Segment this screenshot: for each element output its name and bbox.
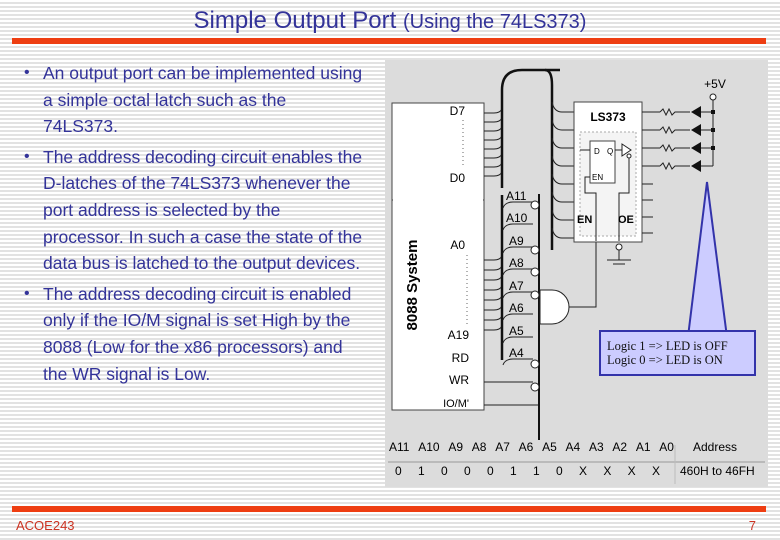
header-cell: A5 <box>542 440 557 454</box>
footer-divider <box>12 506 766 512</box>
header-cell: A4 <box>565 440 581 454</box>
latch-q: Q <box>607 147 613 156</box>
circuit-svg: 8088 System D7 D0 A0 A19 RD WR IO/M' A11… <box>385 60 768 487</box>
value-cell: 0 <box>556 464 563 478</box>
addr-a4: A4 <box>509 346 524 360</box>
addr-a8: A8 <box>509 256 524 270</box>
slide-title: Simple Output Port (Using the 74LS373) <box>0 6 780 37</box>
addr-a10: A10 <box>506 211 528 225</box>
latch-d: D <box>594 147 600 156</box>
value-cell: 1 <box>533 464 540 478</box>
bullet-list: An output port can be implemented using … <box>24 60 364 391</box>
circuit-diagram: 8088 System D7 D0 A0 A19 RD WR IO/M' A11… <box>385 60 768 487</box>
header-cell: A11 <box>389 440 410 454</box>
header-cell: A2 <box>612 440 628 454</box>
value-cell: X <box>579 464 588 478</box>
header-cell: A3 <box>588 440 604 454</box>
and-gate <box>539 289 570 325</box>
title-subtitle: (Using the 74LS373) <box>402 11 587 33</box>
address-table-row: 0 1 0 0 0 1 1 0 X X X X <box>395 464 660 478</box>
value-cell: X <box>603 464 612 478</box>
supply-label: +5V <box>704 77 726 91</box>
pin-a0: A0 <box>450 238 465 252</box>
pin-d7: D7 <box>450 104 466 118</box>
header-cell: A7 <box>495 440 510 454</box>
address-value: 460H to 46FH <box>680 464 755 478</box>
value-cell: X <box>627 464 636 478</box>
chip-en-pin: EN <box>577 214 592 226</box>
supply-terminal <box>709 93 717 101</box>
system-box <box>391 102 485 206</box>
header-cell: A1 <box>635 440 651 454</box>
pin-a19: A19 <box>448 328 470 342</box>
bullet-item: The address decoding circuit enables the… <box>24 144 364 277</box>
oe-bubble <box>626 153 632 159</box>
pin-wr: WR <box>449 373 469 387</box>
pin-d0: D0 <box>450 171 466 185</box>
header-cell: A0 <box>659 440 674 454</box>
pin-io-m: IO/M' <box>443 398 469 410</box>
system-label: 8088 System <box>404 240 421 331</box>
addr-a5: A5 <box>509 324 524 338</box>
value-cell: 0 <box>487 464 494 478</box>
note-line: Logic 1 => LED is OFF <box>607 339 728 353</box>
title-divider <box>12 38 766 44</box>
addr-a6: A6 <box>509 301 524 315</box>
header-cell: A6 <box>518 440 534 454</box>
value-cell: 1 <box>418 464 425 478</box>
oe-ground-bubble <box>615 243 623 251</box>
address-table-header: A11 A10 A9 A8 A7 A6 A5 A4 A3 A2 A1 A0 <box>389 440 674 454</box>
addr-a7: A7 <box>509 279 524 293</box>
value-cell: 0 <box>441 464 448 478</box>
led-logic-note: Logic 1 => LED is OFF Logic 0 => LED is … <box>599 330 756 376</box>
chip-oe-pin: OE <box>618 214 634 226</box>
value-cell: 1 <box>510 464 517 478</box>
latch-en: EN <box>592 173 603 182</box>
addr-a11: A11 <box>506 189 527 203</box>
page-number: 7 <box>748 518 756 533</box>
header-cell: A9 <box>448 440 464 454</box>
box-joint <box>393 198 483 204</box>
course-code: ACOE243 <box>16 518 75 533</box>
pin-rd: RD <box>452 351 470 365</box>
value-cell: 0 <box>464 464 471 478</box>
value-cell: 0 <box>395 464 402 478</box>
value-cell: X <box>651 464 660 478</box>
header-cell: A8 <box>471 440 487 454</box>
bullet-item: An output port can be implemented using … <box>24 60 364 140</box>
chip-label: LS373 <box>590 110 626 124</box>
address-header: Address <box>693 440 738 454</box>
note-line: Logic 0 => LED is ON <box>607 353 723 367</box>
title-main: Simple Output Port <box>193 7 397 34</box>
addr-a9: A9 <box>509 234 524 248</box>
header-cell: A10 <box>418 440 440 454</box>
bullet-item: The address decoding circuit is enabled … <box>24 281 364 387</box>
